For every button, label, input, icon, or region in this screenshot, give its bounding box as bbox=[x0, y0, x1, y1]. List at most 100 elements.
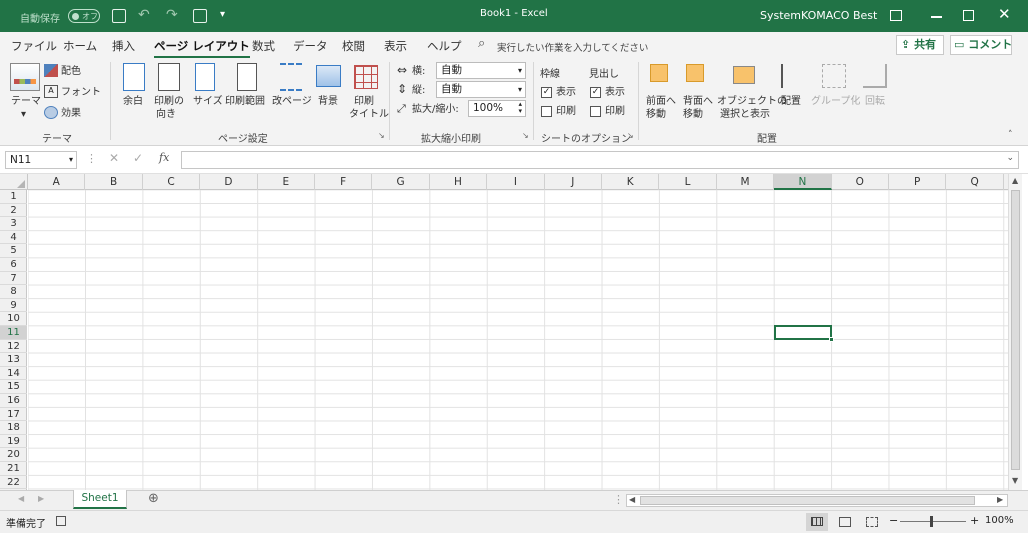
customize-toolbar-icon[interactable]: ▾ bbox=[220, 9, 225, 20]
effects-button[interactable]: 効果 bbox=[61, 107, 81, 120]
bring-forward-line2[interactable]: 移動 bbox=[646, 108, 666, 121]
column-header[interactable]: K bbox=[602, 174, 660, 190]
row-header[interactable]: 18 bbox=[0, 421, 27, 435]
row-header[interactable]: 7 bbox=[0, 272, 27, 286]
redo-icon[interactable]: ↷ bbox=[166, 7, 178, 23]
macro-record-icon[interactable] bbox=[56, 516, 66, 526]
column-header[interactable]: D bbox=[200, 174, 258, 190]
selection-pane-line2[interactable]: 選択と表示 bbox=[720, 108, 770, 121]
dialog-launcher-icon[interactable]: ↘ bbox=[522, 131, 529, 140]
tab-split-icon[interactable]: ⋮ bbox=[613, 493, 624, 506]
row-header[interactable]: 19 bbox=[0, 435, 27, 449]
column-header[interactable]: J bbox=[545, 174, 602, 190]
row-header[interactable]: 4 bbox=[0, 231, 27, 245]
row-header[interactable]: 10 bbox=[0, 312, 27, 326]
row-header[interactable]: 14 bbox=[0, 367, 27, 381]
gridlines-view-checkbox[interactable]: ✓ bbox=[541, 87, 552, 98]
column-header[interactable]: E bbox=[258, 174, 315, 190]
size-button[interactable]: サイズ bbox=[193, 95, 223, 108]
prev-sheet-icon[interactable]: ◀ bbox=[18, 494, 24, 503]
row-header[interactable]: 22 bbox=[0, 476, 27, 490]
comments-button[interactable]: ▭ コメント bbox=[950, 35, 1012, 55]
zoom-level[interactable]: 100% bbox=[985, 515, 1014, 526]
column-header[interactable]: H bbox=[430, 174, 488, 190]
colors-button[interactable]: 配色 bbox=[61, 65, 81, 78]
horizontal-scroll-thumb[interactable] bbox=[640, 496, 975, 505]
save-icon[interactable] bbox=[112, 9, 126, 23]
row-header[interactable]: 1 bbox=[0, 190, 27, 204]
tab-data[interactable]: データ bbox=[293, 38, 328, 54]
tab-view[interactable]: 表示 bbox=[384, 38, 407, 54]
gridlines-print-checkbox[interactable] bbox=[541, 106, 552, 117]
zoom-in-icon[interactable]: + bbox=[970, 514, 979, 527]
name-box[interactable]: N11 ▾ bbox=[5, 151, 77, 169]
close-icon[interactable]: ✕ bbox=[998, 5, 1011, 23]
zoom-slider-thumb[interactable] bbox=[930, 516, 933, 527]
row-header[interactable]: 21 bbox=[0, 462, 27, 476]
scroll-up-icon[interactable]: ▲ bbox=[1012, 176, 1018, 185]
column-header[interactable]: F bbox=[315, 174, 373, 190]
fonts-button[interactable]: フォント bbox=[61, 86, 101, 99]
column-header[interactable]: M bbox=[717, 174, 775, 190]
vertical-scroll-thumb[interactable] bbox=[1011, 190, 1020, 470]
row-header[interactable]: 3 bbox=[0, 217, 27, 231]
row-header[interactable]: 9 bbox=[0, 299, 27, 313]
column-header[interactable]: P bbox=[889, 174, 947, 190]
height-select[interactable]: 自動 ▾ bbox=[436, 81, 526, 98]
form-icon[interactable] bbox=[193, 9, 207, 23]
rotate-button[interactable]: 回転 bbox=[865, 95, 885, 108]
formula-input[interactable]: ⌄ bbox=[181, 151, 1019, 169]
chevron-down-icon[interactable]: ▾ bbox=[21, 108, 26, 121]
row-header[interactable]: 20 bbox=[0, 448, 27, 462]
tab-page-layout[interactable]: ページ レイアウト bbox=[154, 38, 250, 58]
print-area-button[interactable]: 印刷範囲 bbox=[225, 95, 265, 108]
add-sheet-icon[interactable]: ⊕ bbox=[148, 491, 159, 506]
row-header[interactable]: 6 bbox=[0, 258, 27, 272]
margins-button[interactable]: 余白 bbox=[123, 95, 143, 108]
bring-forward-line1[interactable]: 前面へ bbox=[646, 95, 676, 108]
maximize-icon[interactable] bbox=[963, 10, 974, 21]
cancel-icon[interactable]: ✕ bbox=[109, 151, 119, 165]
tab-formulas[interactable]: 数式 bbox=[252, 38, 275, 54]
dialog-launcher-icon[interactable]: ↘ bbox=[627, 131, 634, 140]
ribbon-display-icon[interactable] bbox=[890, 10, 902, 21]
sheet-tab-sheet1[interactable]: Sheet1 bbox=[73, 490, 127, 509]
column-header[interactable]: O bbox=[832, 174, 889, 190]
column-header[interactable]: N bbox=[774, 174, 832, 190]
cell-grid[interactable] bbox=[28, 190, 1008, 490]
column-header[interactable]: C bbox=[143, 174, 201, 190]
row-header[interactable]: 11 bbox=[0, 326, 27, 340]
tab-help[interactable]: ヘルプ bbox=[427, 38, 462, 54]
scale-spinner[interactable]: 100% ▴ ▾ bbox=[468, 100, 526, 117]
row-header[interactable]: 12 bbox=[0, 340, 27, 354]
scroll-down-icon[interactable]: ▼ bbox=[1012, 476, 1018, 485]
dialog-launcher-icon[interactable]: ↘ bbox=[378, 131, 385, 140]
row-header[interactable]: 5 bbox=[0, 244, 27, 258]
autosave-toggle[interactable]: オフ bbox=[68, 9, 100, 23]
headings-print-checkbox[interactable] bbox=[590, 106, 601, 117]
tab-home[interactable]: ホーム bbox=[63, 38, 97, 54]
tell-me-input[interactable]: 実行したい作業を入力してください bbox=[497, 40, 648, 54]
horizontal-scrollbar[interactable]: ◀ ▶ bbox=[626, 494, 1008, 507]
undo-icon[interactable]: ↶ bbox=[138, 7, 150, 23]
zoom-slider[interactable] bbox=[900, 521, 966, 522]
print-titles-line2[interactable]: タイトル bbox=[349, 108, 389, 121]
row-header[interactable]: 17 bbox=[0, 408, 27, 422]
next-sheet-icon[interactable]: ▶ bbox=[38, 494, 44, 503]
tab-insert[interactable]: 挿入 bbox=[112, 38, 135, 54]
row-header[interactable]: 15 bbox=[0, 380, 27, 394]
normal-view-button[interactable] bbox=[806, 513, 828, 531]
headings-view-checkbox[interactable]: ✓ bbox=[590, 87, 601, 98]
collapse-ribbon-icon[interactable]: ˄ bbox=[1008, 130, 1013, 140]
align-button[interactable]: 配置 bbox=[781, 95, 801, 108]
themes-icon[interactable] bbox=[10, 63, 40, 91]
row-header[interactable]: 13 bbox=[0, 353, 27, 367]
column-header[interactable]: L bbox=[659, 174, 717, 190]
scroll-right-icon[interactable]: ▶ bbox=[997, 495, 1003, 504]
page-layout-view-button[interactable] bbox=[839, 517, 851, 527]
page-break-view-button[interactable] bbox=[866, 517, 878, 527]
orientation-button-line1[interactable]: 印刷の bbox=[154, 95, 184, 108]
vertical-scrollbar[interactable]: ▲ ▼ bbox=[1008, 174, 1022, 490]
select-all-button[interactable] bbox=[0, 174, 28, 190]
row-header[interactable]: 16 bbox=[0, 394, 27, 408]
